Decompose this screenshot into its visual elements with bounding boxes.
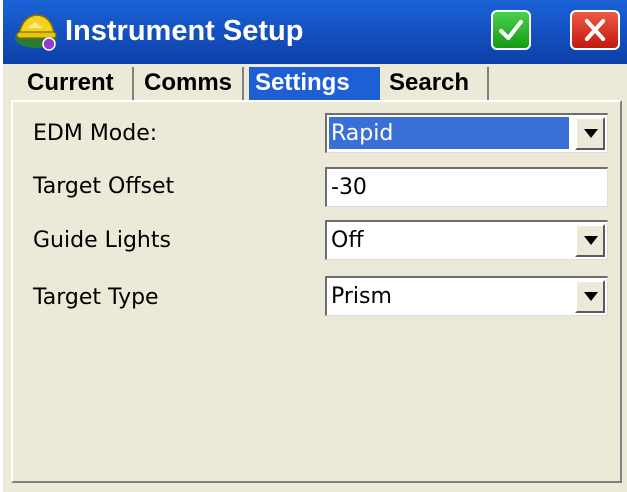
tab-search[interactable]: Search [383,67,489,100]
target-offset-value: -30 [331,175,367,200]
guide-lights-dropdown[interactable]: Off [325,220,608,260]
close-button[interactable] [570,10,620,50]
tab-current[interactable]: Current [21,67,134,100]
guide-lights-label: Guide Lights [33,228,171,253]
window-title: Instrument Setup [65,15,304,47]
tab-settings[interactable]: Settings [249,67,380,100]
hardhat-app-icon [13,8,59,54]
ok-button[interactable] [491,10,531,50]
checkmark-icon [499,19,523,41]
target-type-dropdown-button[interactable] [575,280,605,313]
target-type-label: Target Type [33,285,159,310]
edm-mode-dropdown[interactable]: Rapid [325,113,608,153]
edm-mode-value: Rapid [331,121,394,146]
instrument-setup-window: Instrument Setup Current Comms Settings … [0,0,627,492]
guide-lights-dropdown-button[interactable] [575,224,605,257]
edm-mode-dropdown-button[interactable] [575,117,605,150]
chevron-down-icon [584,236,598,245]
edm-mode-label: EDM Mode: [33,121,158,146]
chevron-down-icon [584,292,598,301]
tab-strip: Current Comms Settings Search [3,64,627,102]
target-type-value: Prism [331,284,392,309]
chevron-down-icon [584,129,598,138]
target-type-dropdown[interactable]: Prism [325,276,608,316]
target-offset-label: Target Offset [33,174,175,199]
guide-lights-value: Off [331,228,364,253]
tab-comms[interactable]: Comms [138,67,244,100]
close-icon [584,18,606,42]
target-offset-input[interactable]: -30 [325,167,608,207]
title-bar: Instrument Setup [3,0,627,64]
